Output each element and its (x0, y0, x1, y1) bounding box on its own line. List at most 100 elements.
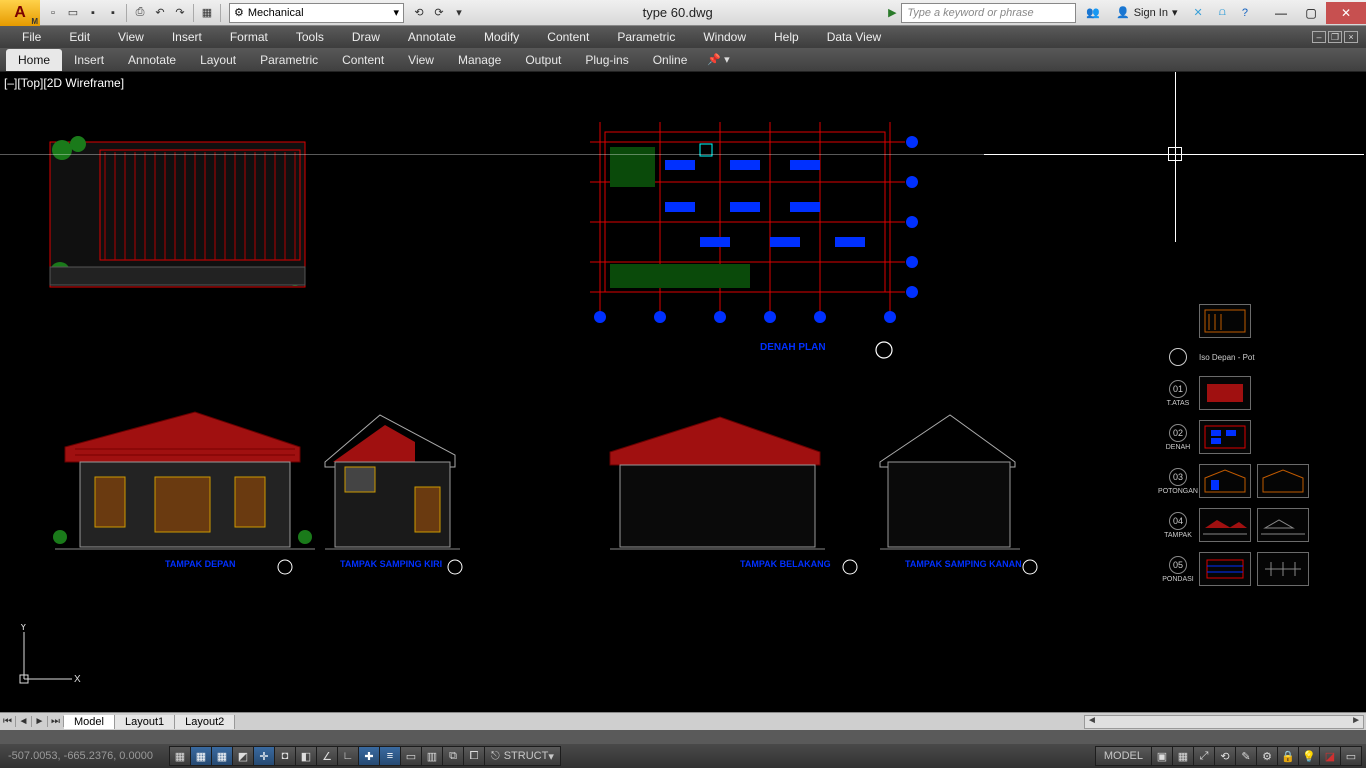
tab-manage[interactable]: Manage (446, 49, 513, 71)
mdi-minimize-button[interactable]: – (1312, 31, 1326, 43)
quickview-drawings-icon[interactable]: ▦ (1172, 746, 1194, 766)
mdi-restore-button[interactable]: ❐ (1328, 31, 1342, 43)
nav-thumb-main[interactable] (1199, 304, 1251, 338)
help-icon[interactable]: ? (1236, 3, 1254, 23)
tab-insert[interactable]: Insert (62, 49, 116, 71)
am-toggle[interactable]: ⧠ (463, 746, 485, 766)
drawing-viewport[interactable]: [–][Top][2D Wireframe] (0, 72, 1366, 712)
tab-online[interactable]: Online (641, 49, 700, 71)
struct-button[interactable]: ⎋ STRUCT ▾ (484, 746, 561, 766)
tab-annotate[interactable]: Annotate (116, 49, 188, 71)
tab-plugins[interactable]: Plug-ins (573, 49, 640, 71)
qat-more-icon[interactable]: ▾ (450, 4, 468, 22)
nav-thumb-02[interactable] (1199, 420, 1251, 454)
ws-switch-icon[interactable]: ⚙ (1256, 746, 1278, 766)
horizontal-scrollbar[interactable] (1084, 715, 1364, 729)
tab-parametric[interactable]: Parametric (248, 49, 330, 71)
tab-home[interactable]: Home (6, 49, 62, 71)
maximize-button[interactable]: ▢ (1296, 2, 1326, 24)
match-icon[interactable]: ▦ (198, 4, 216, 22)
help-search-input[interactable]: Type a keyword or phrase (901, 3, 1076, 23)
menu-content[interactable]: Content (533, 27, 603, 47)
signin-button[interactable]: 👤 Sign In ▾ (1110, 3, 1183, 23)
dyn-toggle[interactable]: ✚ (358, 746, 380, 766)
nav-thumb-03a[interactable] (1199, 464, 1251, 498)
undo-icon[interactable]: ↶ (151, 4, 169, 22)
coordinate-readout[interactable]: -507.0053, -665.2376, 0.0000 (0, 750, 170, 762)
menu-help[interactable]: Help (760, 27, 813, 47)
save-icon[interactable]: ▪ (84, 4, 102, 22)
app-menu-button[interactable]: A (0, 0, 40, 26)
infer-constraints-toggle[interactable]: ▦ (169, 746, 191, 766)
minimize-button[interactable]: — (1266, 2, 1296, 24)
modelspace-toggle[interactable]: MODEL (1095, 746, 1152, 766)
layout-last-icon[interactable]: ⏭ (48, 716, 64, 727)
mdi-close-button[interactable]: × (1344, 31, 1358, 43)
nav-thumb-01[interactable] (1199, 376, 1251, 410)
tpy-toggle[interactable]: ▭ (400, 746, 422, 766)
tab-layout[interactable]: Layout (188, 49, 248, 71)
menu-insert[interactable]: Insert (158, 27, 216, 47)
search-go-icon[interactable]: ▶ (883, 4, 901, 22)
ducs-toggle[interactable]: ∟ (337, 746, 359, 766)
nav-thumb-04b[interactable] (1257, 508, 1309, 542)
menu-dataview[interactable]: Data View (813, 27, 895, 47)
nav-thumb-03b[interactable] (1257, 464, 1309, 498)
lwt-toggle[interactable]: ≡ (379, 746, 401, 766)
nav-num-04[interactable]: 04 (1169, 512, 1187, 530)
menu-window[interactable]: Window (689, 27, 760, 47)
close-button[interactable]: ✕ (1326, 2, 1366, 24)
nav-thumb-05b[interactable] (1257, 552, 1309, 586)
annoauto-icon[interactable]: ✎ (1235, 746, 1257, 766)
cleanscreen-icon[interactable]: ▭ (1340, 746, 1362, 766)
menu-parametric[interactable]: Parametric (603, 27, 689, 47)
nav-num-01[interactable]: 01 (1169, 380, 1187, 398)
hardware-accel-icon[interactable]: 💡 (1298, 746, 1320, 766)
ws-next-icon[interactable]: ⟳ (430, 4, 448, 22)
tab-output[interactable]: Output (513, 49, 573, 71)
menu-view[interactable]: View (104, 27, 158, 47)
menu-tools[interactable]: Tools (282, 27, 338, 47)
nav-num-02[interactable]: 02 (1169, 424, 1187, 442)
plot-icon[interactable]: ⎙ (131, 4, 149, 22)
ws-prev-icon[interactable]: ⟲ (410, 4, 428, 22)
annovis-icon[interactable]: ⟲ (1214, 746, 1236, 766)
exchange-icon[interactable]: ✕ (1188, 3, 1209, 23)
qp-toggle[interactable]: ▥ (421, 746, 443, 766)
nav-num-05[interactable]: 05 (1169, 556, 1187, 574)
annoscale-icon[interactable]: ⤢ (1193, 746, 1215, 766)
sc-toggle[interactable]: ⧉ (442, 746, 464, 766)
menu-draw[interactable]: Draw (338, 27, 394, 47)
menu-annotate[interactable]: Annotate (394, 27, 470, 47)
open-icon[interactable]: ▭ (64, 4, 82, 22)
otrack-toggle[interactable]: ∠ (316, 746, 338, 766)
layout-prev-icon[interactable]: ◄ (16, 716, 32, 727)
layout-tab-layout1[interactable]: Layout1 (115, 715, 175, 729)
menu-modify[interactable]: Modify (470, 27, 533, 47)
quickview-layouts-icon[interactable]: ▣ (1151, 746, 1173, 766)
layout-tab-model[interactable]: Model (64, 715, 115, 729)
new-icon[interactable]: ▫ (44, 4, 62, 22)
lock-ui-icon[interactable]: 🔒 (1277, 746, 1299, 766)
menu-format[interactable]: Format (216, 27, 282, 47)
tab-view[interactable]: View (396, 49, 446, 71)
ortho-toggle[interactable]: ◩ (232, 746, 254, 766)
nav-thumb-04a[interactable] (1199, 508, 1251, 542)
osnap-toggle[interactable]: ◘ (274, 746, 296, 766)
stayconnected-icon[interactable]: ⩍ (1213, 3, 1232, 23)
nav-num-03[interactable]: 03 (1169, 468, 1187, 486)
3dosnap-toggle[interactable]: ◧ (295, 746, 317, 766)
layout-first-icon[interactable]: ⏮ (0, 716, 16, 727)
snap-toggle[interactable]: ▦ (190, 746, 212, 766)
isolate-icon[interactable]: ◪ (1319, 746, 1341, 766)
ribbon-pin-icon[interactable]: 📌 ▾ (707, 53, 729, 66)
grid-toggle[interactable]: ▦ (211, 746, 233, 766)
polar-toggle[interactable]: ✛ (253, 746, 275, 766)
tab-content[interactable]: Content (330, 49, 396, 71)
layout-tab-layout2[interactable]: Layout2 (175, 715, 235, 729)
workspace-dropdown[interactable]: ⚙ Mechanical ▾ (229, 3, 404, 23)
saveas-icon[interactable]: ▪ (104, 4, 122, 22)
redo-icon[interactable]: ↷ (171, 4, 189, 22)
layout-next-icon[interactable]: ► (32, 716, 48, 727)
menu-edit[interactable]: Edit (55, 27, 104, 47)
